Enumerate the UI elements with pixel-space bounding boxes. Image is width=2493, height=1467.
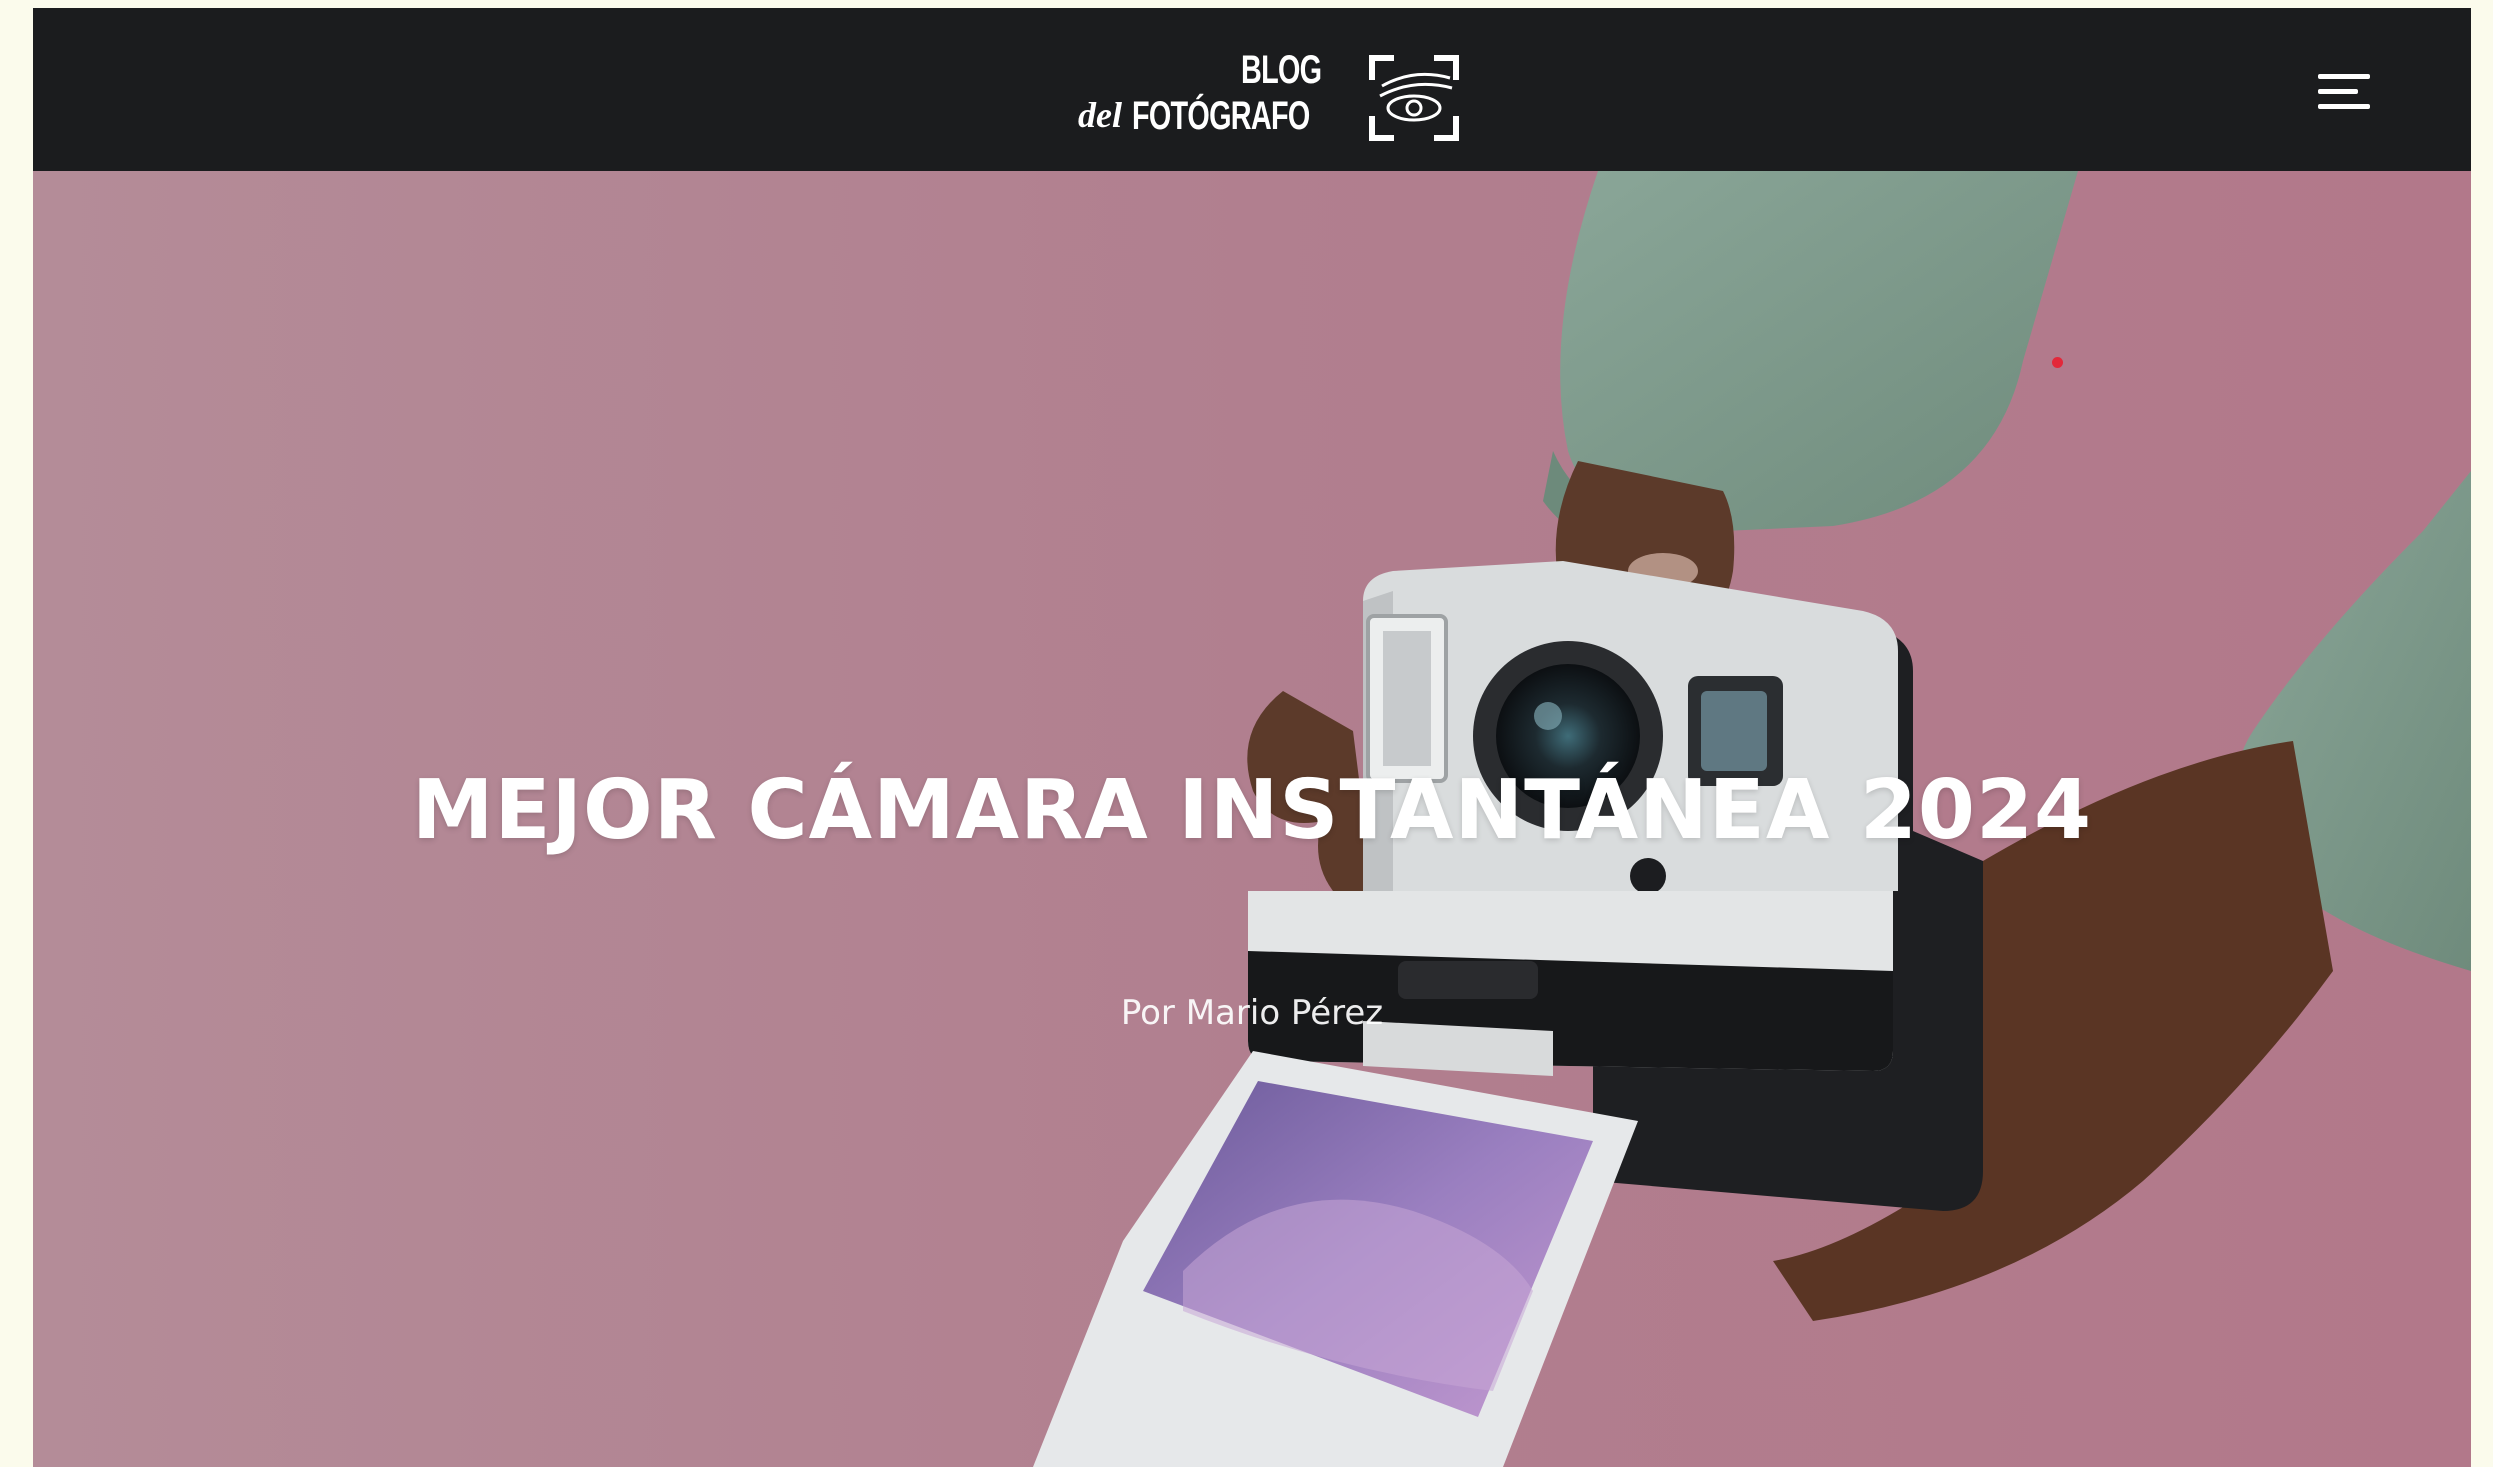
red-dot-marker [2052, 357, 2063, 368]
hamburger-menu-icon[interactable] [2318, 68, 2374, 116]
logo-text-blog: BLOG [1241, 48, 1322, 92]
logo-text-del: del [1078, 95, 1122, 135]
page-frame: BLOG del FOTÓGRAFO MEJOR CÁMARA INSTANTÁ… [33, 8, 2471, 1467]
logo-text-fotografo: FOTÓGRAFO [1132, 94, 1310, 138]
article-author[interactable]: Por Mario Pérez [33, 993, 2471, 1033]
hero-section: MEJOR CÁMARA INSTANTÁNEA 2024 Por Mario … [33, 171, 2471, 1467]
site-header: BLOG del FOTÓGRAFO [33, 8, 2471, 171]
site-logo[interactable]: BLOG del FOTÓGRAFO [1078, 46, 1468, 146]
logo-camera-frame-icon [1369, 55, 1459, 141]
article-title: MEJOR CÁMARA INSTANTÁNEA 2024 [411, 763, 2093, 858]
